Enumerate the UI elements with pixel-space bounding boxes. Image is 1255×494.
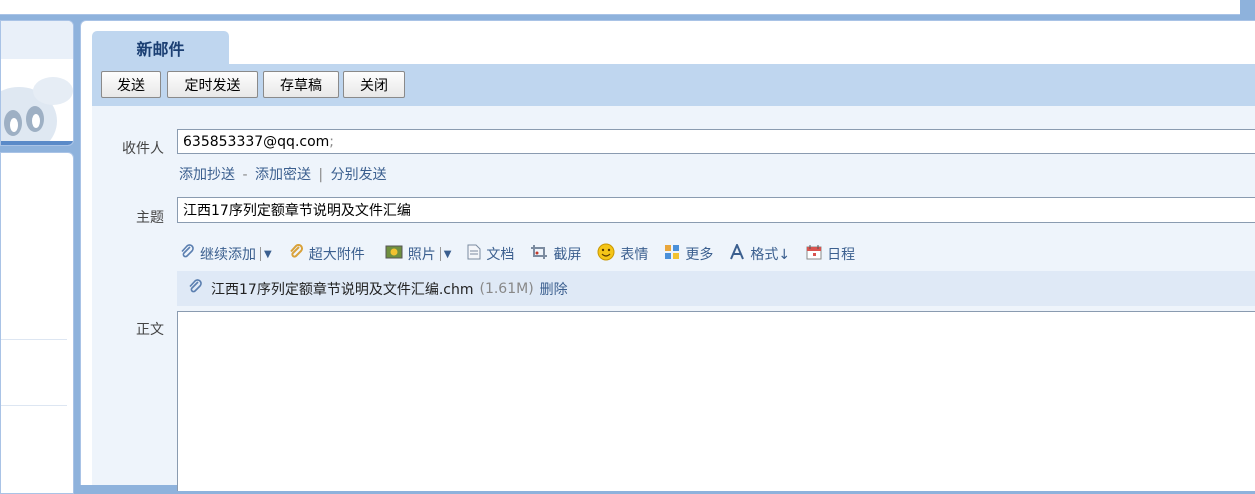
left-mid-card: [0, 152, 74, 494]
format-icon: [729, 242, 745, 264]
attachment-name: 江西17序列定额章节说明及文件汇编.chm: [211, 281, 474, 298]
more-button[interactable]: 更多: [664, 244, 713, 264]
to-separator: ;: [329, 133, 335, 150]
photo-icon: [385, 244, 403, 264]
scheduled-send-button[interactable]: 定时发送: [167, 71, 258, 98]
separate-send-link[interactable]: 分别发送: [331, 167, 387, 183]
attachment-size: (1.61M): [479, 280, 534, 297]
add-cc-link[interactable]: 添加抄送: [179, 167, 235, 183]
large-attachment-icon: [288, 243, 304, 264]
compose-toolbar: 发送 定时发送 存草稿 关闭: [92, 64, 1255, 106]
left-panel: [0, 20, 74, 494]
emoji-label: 表情: [620, 247, 649, 263]
photo-button[interactable]: 照片 ▼: [385, 244, 452, 264]
left-divider: [1, 339, 67, 340]
penguin-logo-icon: [1, 77, 73, 145]
screenshot-icon: [530, 244, 548, 264]
attachment-item: 江西17序列定额章节说明及文件汇编.chm (1.61M) 删除: [177, 271, 1255, 306]
paperclip-icon: [187, 278, 203, 299]
link-separator: -: [242, 167, 248, 183]
close-button[interactable]: 关闭: [343, 71, 405, 98]
subject-input[interactable]: 江西17序列定额章节说明及文件汇编: [177, 197, 1255, 223]
schedule-label: 日程: [827, 247, 856, 263]
large-attachment-label: 超大附件: [308, 247, 365, 263]
more-label: 更多: [685, 247, 714, 263]
left-divider: [1, 405, 67, 406]
subject-label: 主题: [136, 210, 164, 226]
top-strip-inner: [0, 0, 1240, 15]
body-editor[interactable]: [177, 311, 1255, 491]
compose-panel: 新邮件 发送 定时发送 存草稿 关闭 收件人 635853337@qq.com;…: [80, 20, 1255, 491]
send-button[interactable]: 发送: [101, 71, 161, 98]
large-attachment-button[interactable]: 超大附件: [288, 243, 365, 264]
document-button[interactable]: 文档: [467, 244, 514, 264]
left-top-card: [0, 20, 74, 146]
save-draft-button[interactable]: 存草稿: [263, 71, 339, 98]
more-icon: [664, 244, 680, 264]
to-field[interactable]: 635853337@qq.com;: [177, 129, 1255, 154]
add-bcc-link[interactable]: 添加密送: [255, 167, 311, 183]
to-label: 收件人: [122, 141, 164, 157]
calendar-icon: [806, 244, 822, 264]
document-icon: [467, 244, 481, 264]
document-label: 文档: [486, 247, 515, 263]
photo-label: 照片: [407, 247, 436, 263]
left-top-accent: [1, 141, 73, 145]
to-recipient[interactable]: 635853337@qq.com: [183, 134, 329, 150]
continue-add-label: 继续添加: [200, 247, 256, 263]
tab-new-mail[interactable]: 新邮件: [92, 31, 229, 64]
attachment-tools: 继续添加 ▼ 超大附件 照片 ▼ 文档 截屏 表情 更多 格式↓ 日程: [179, 242, 871, 265]
format-label: 格式↓: [750, 247, 791, 263]
delete-attachment-link[interactable]: 删除: [540, 279, 568, 299]
split-divider: [439, 247, 441, 261]
top-strip: [0, 0, 1255, 15]
continue-add-button[interactable]: 继续添加 ▼: [179, 244, 272, 264]
link-separator: |: [318, 167, 324, 183]
paperclip-icon: [179, 244, 195, 264]
screenshot-label: 截屏: [553, 247, 582, 263]
recipient-options: 添加抄送 - 添加密送 | 分别发送: [179, 164, 387, 184]
emoji-icon: [597, 243, 615, 265]
format-button[interactable]: 格式↓: [729, 242, 791, 264]
compose-form: 收件人 635853337@qq.com; 添加抄送 - 添加密送 | 分别发送…: [92, 106, 1255, 491]
emoji-button[interactable]: 表情: [597, 243, 648, 265]
schedule-button[interactable]: 日程: [806, 244, 855, 264]
chevron-down-icon[interactable]: ▼: [264, 249, 272, 260]
split-divider: [260, 247, 261, 261]
body-label: 正文: [136, 322, 164, 338]
screenshot-button[interactable]: 截屏: [530, 244, 581, 264]
chevron-down-icon[interactable]: ▼: [444, 249, 452, 260]
